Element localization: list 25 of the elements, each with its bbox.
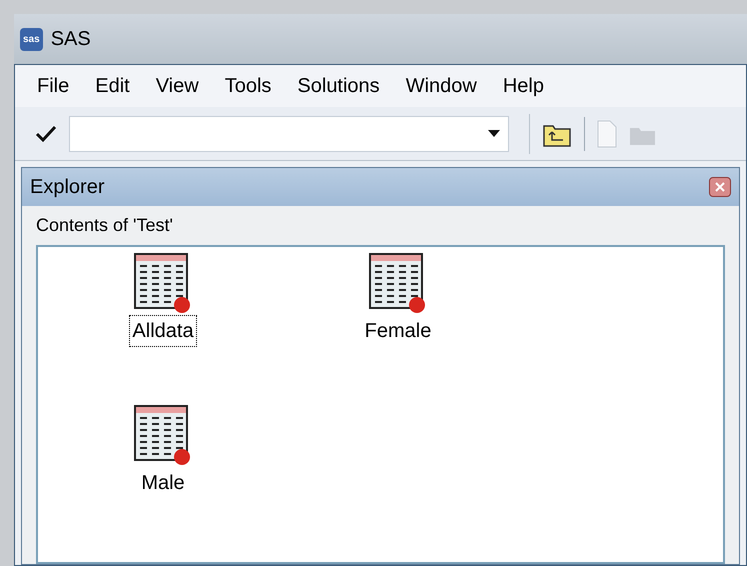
dataset-item[interactable]: Female — [323, 253, 473, 405]
checkmark-icon[interactable] — [35, 124, 57, 142]
menu-item[interactable]: Edit — [95, 71, 130, 101]
app-logo: sas — [20, 28, 43, 50]
dataset-label: Female — [364, 319, 432, 344]
data-table-icon — [134, 253, 192, 315]
menu-item[interactable]: File — [37, 71, 70, 101]
dropdown-caret-icon — [488, 130, 500, 138]
command-field[interactable] — [69, 116, 509, 152]
menu-item[interactable]: Help — [502, 71, 544, 101]
dataset-item[interactable]: Alldata — [88, 253, 238, 405]
dataset-item[interactable]: Male — [88, 405, 238, 557]
close-button[interactable] — [709, 177, 731, 197]
data-table-icon — [134, 405, 192, 467]
menu-item[interactable]: Window — [406, 71, 477, 101]
window-title: SAS — [50, 27, 91, 52]
close-icon — [715, 182, 725, 192]
contents-heading: Contents of 'Test' — [36, 214, 174, 237]
dataset-label: Alldata — [129, 315, 197, 347]
menu-item[interactable]: Solutions — [297, 71, 380, 101]
menu-item[interactable]: View — [156, 71, 199, 101]
panel-title: Explorer — [30, 175, 104, 200]
data-table-icon — [369, 253, 427, 315]
dataset-label: Male — [140, 471, 186, 496]
menu-item[interactable]: Tools — [224, 71, 272, 101]
